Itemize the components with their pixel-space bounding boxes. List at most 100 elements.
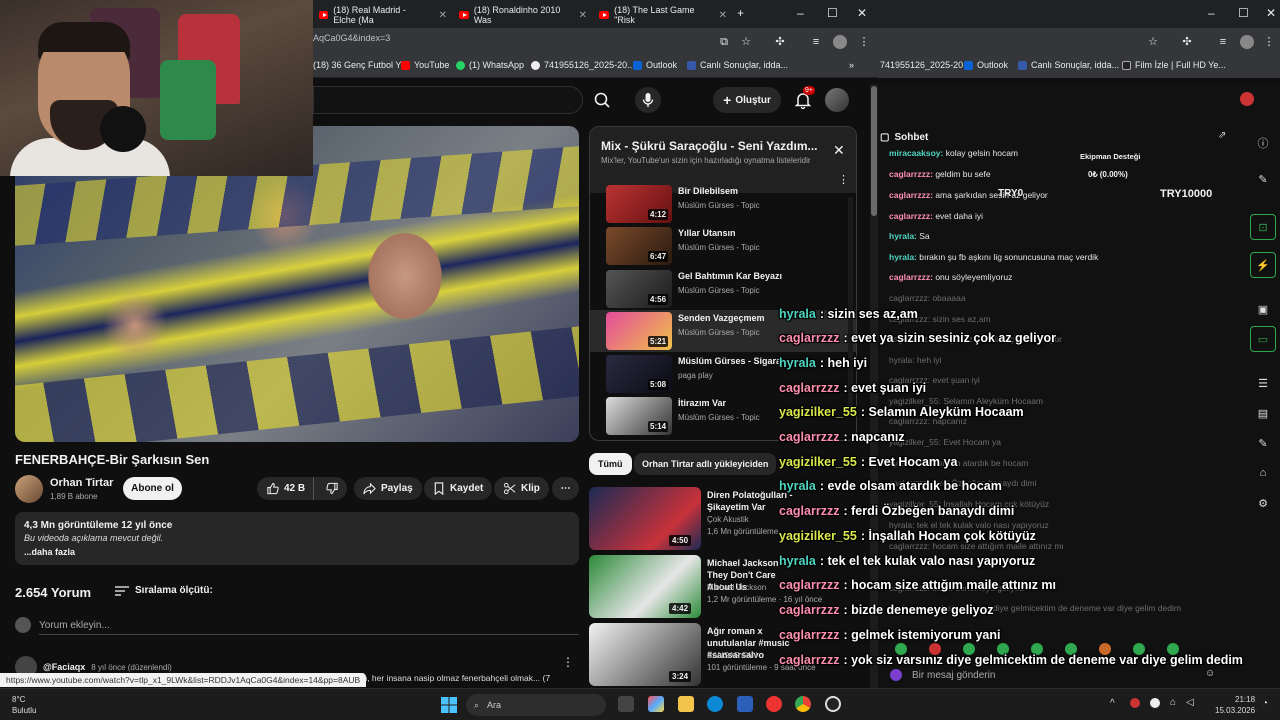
search-input[interactable] <box>313 86 583 114</box>
chat-input[interactable]: Bir mesaj gönderin <box>890 664 1220 686</box>
bookmark[interactable]: YouTube <box>401 60 449 70</box>
url-text[interactable]: AqCa0G4&index=3 <box>313 33 390 43</box>
weather-widget[interactable]: 8°C Bulutlu <box>12 694 36 716</box>
taskbar-search[interactable]: ⌕ Ara <box>466 694 606 716</box>
volume-icon[interactable]: ◁ <box>1186 697 1194 708</box>
address-bar[interactable]: AqCa0G4&index=3 ⧉ ☆ ✣ ≡ ⋮ <box>313 28 878 56</box>
close-icon[interactable]: ✕ <box>579 10 587 21</box>
emoji-icon[interactable]: ☺ <box>1205 668 1215 679</box>
wrench-icon[interactable]: ✎ <box>1250 430 1276 456</box>
comment-menu-icon[interactable]: ⋮ <box>562 655 574 669</box>
tray-app-icon[interactable] <box>1150 698 1160 708</box>
browser-tab[interactable]: (18) Real Madrid - Elche (Ma ✕ <box>313 4 453 26</box>
playlist-item[interactable]: 6:47 Yıllar Utansın Müslüm Gürses - Topic <box>590 225 856 267</box>
media-icon[interactable]: ≡ <box>809 35 823 49</box>
edge-icon[interactable] <box>707 696 723 712</box>
close-icon[interactable]: ✕ <box>719 10 727 21</box>
share-button[interactable]: Paylaş <box>354 477 422 500</box>
bookmarks-overflow-icon[interactable]: » <box>849 60 854 70</box>
tag-icon[interactable]: ⌂ <box>1250 460 1276 486</box>
bookmark[interactable]: (1) WhatsApp <box>456 60 524 70</box>
tray-overflow-icon[interactable]: ^ <box>1110 698 1115 709</box>
bookmark[interactable]: 741955126_2025-20... <box>531 60 635 70</box>
bookmark[interactable]: (18) 36 Genç Futbol Y... <box>313 60 408 70</box>
playlist-title[interactable]: Mix - Şükrü Saraçoğlu - Seni Yazdım... <box>601 139 821 153</box>
channel-name[interactable]: Orhan Tirtar <box>50 477 113 489</box>
chat-icon[interactable]: ▭ <box>1250 326 1276 352</box>
create-button[interactable]: + Oluştur <box>713 87 781 113</box>
description-box[interactable]: 4,3 Mn görüntüleme 12 yıl önce Bu videod… <box>15 512 579 565</box>
save-button[interactable]: Kaydet <box>424 477 493 500</box>
obs-icon[interactable] <box>825 696 841 712</box>
minimize-button[interactable]: – <box>797 6 804 20</box>
network-icon[interactable]: ⌂ <box>1170 697 1176 708</box>
voice-search-button[interactable] <box>635 87 661 113</box>
menu-icon[interactable]: ⋮ <box>1262 35 1276 49</box>
clip-button[interactable]: Klip <box>494 477 549 500</box>
bookmark[interactable]: Outlook <box>633 60 677 70</box>
playlist-item[interactable]: 4:12 Bir Dilebilsem Müslüm Gürses - Topic <box>590 183 856 225</box>
extensions-icon[interactable]: ✣ <box>1180 35 1194 49</box>
account-avatar[interactable] <box>825 88 849 112</box>
gift-icon[interactable]: ▤ <box>1250 400 1276 426</box>
file-explorer-icon[interactable] <box>678 696 694 712</box>
cast-icon[interactable]: ⧉ <box>717 35 731 49</box>
star-icon[interactable]: ☆ <box>739 35 753 49</box>
start-button[interactable] <box>441 697 457 713</box>
lightning-icon[interactable]: ⚡ <box>1250 252 1276 278</box>
notifications-button[interactable]: 9+ <box>791 86 815 112</box>
copilot-icon[interactable] <box>648 696 664 712</box>
new-tab-button[interactable]: + <box>737 6 744 20</box>
overlay-message: yagizilker_55: Evet Hocam ya <box>779 455 958 469</box>
task-view-icon[interactable] <box>618 696 634 712</box>
store-icon[interactable] <box>737 696 753 712</box>
bookmark[interactable]: Film İzle | Full HD Ye... <box>1122 60 1226 70</box>
bookmark[interactable]: Canlı Sonuçlar, idda... <box>687 60 788 70</box>
sort-button[interactable]: Sıralama ölçütü: <box>115 585 213 596</box>
bookmark[interactable]: Outlook <box>964 60 1008 70</box>
browser-tab[interactable]: (18) Ronaldinho 2010 Was ✕ <box>453 4 593 26</box>
chrome-icon[interactable] <box>795 696 811 712</box>
image-icon[interactable]: ▣ <box>1250 296 1276 322</box>
tray-app-icon[interactable] <box>1130 698 1140 708</box>
close-window-button[interactable]: ✕ <box>857 6 867 20</box>
list-icon[interactable]: ☰ <box>1250 370 1276 396</box>
system-clock[interactable]: 21:18 15.03.2026 <box>1215 694 1255 716</box>
star-icon[interactable]: ☆ <box>1146 35 1160 49</box>
dislike-button[interactable] <box>319 477 347 500</box>
info-icon[interactable]: ⓘ <box>1250 130 1276 156</box>
playlist-item[interactable]: 4:56 Gel Bahtımın Kar Beyazı Müslüm Gürse… <box>590 268 856 310</box>
notification-center-icon[interactable]: ◔ <box>1262 698 1268 709</box>
popout-icon[interactable]: ⇗ <box>1218 130 1226 141</box>
microphone-icon <box>642 93 654 107</box>
browser-tab[interactable]: (18) The Last Game "Risk ✕ <box>593 4 733 26</box>
chip-from-uploader[interactable]: Orhan Tirtar adlı yükleyiciden <box>634 453 777 475</box>
subscribe-button[interactable]: Abone ol <box>123 477 182 500</box>
close-icon[interactable]: ✕ <box>439 10 447 21</box>
bookmark[interactable]: 741955126_2025-20... <box>880 60 971 70</box>
show-more-link[interactable]: ...daha fazla <box>24 547 75 557</box>
media-icon[interactable]: ≡ <box>1216 35 1230 49</box>
channel-avatar[interactable] <box>15 475 43 503</box>
profile-icon[interactable] <box>1240 35 1254 49</box>
streamer-icon[interactable] <box>1240 92 1254 106</box>
gear-icon[interactable]: ⚙ <box>1250 490 1276 516</box>
bookmark[interactable]: Canlı Sonuçlar, idda... <box>1018 60 1119 70</box>
more-actions-button[interactable]: ⋯ <box>552 477 579 500</box>
edit-icon[interactable]: ✎ <box>1250 166 1276 192</box>
second-address-bar[interactable]: ☆ ✣ ≡ ⋮ <box>878 28 1280 56</box>
like-button[interactable]: 42 B <box>257 477 314 500</box>
profile-icon[interactable] <box>833 35 847 49</box>
yandex-icon[interactable] <box>766 696 782 712</box>
chip-all[interactable]: Tümü <box>589 453 632 475</box>
close-window-button[interactable]: ✕ <box>1266 6 1276 20</box>
add-comment-field[interactable]: Yorum ekleyin... <box>15 617 110 633</box>
maximize-button[interactable]: ☐ <box>827 6 838 20</box>
search-button[interactable] <box>585 86 621 114</box>
menu-icon[interactable]: ⋮ <box>857 35 871 49</box>
minimize-button[interactable]: – <box>1208 6 1215 20</box>
close-icon[interactable]: ✕ <box>833 142 845 159</box>
maximize-button[interactable]: ☐ <box>1238 6 1249 20</box>
widget-icon[interactable]: ⊡ <box>1250 214 1276 240</box>
extensions-icon[interactable]: ✣ <box>773 35 787 49</box>
